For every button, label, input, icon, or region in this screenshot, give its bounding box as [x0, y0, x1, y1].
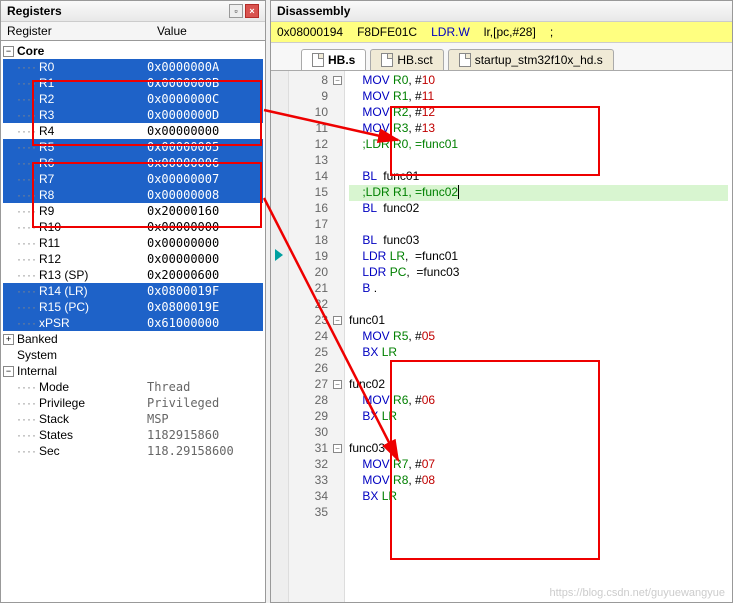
file-icon — [381, 53, 393, 67]
tree-banked[interactable]: + Banked — [3, 331, 263, 347]
expand-icon[interactable]: + — [3, 334, 14, 345]
register-row[interactable]: ····R120x00000000 — [3, 251, 263, 267]
code-line[interactable]: func02 — [349, 377, 728, 393]
code-line[interactable]: MOV R3, #13 — [349, 121, 728, 137]
disasm-addr: 0x08000194 — [277, 25, 343, 39]
code-line[interactable]: MOV R6, #06 — [349, 393, 728, 409]
register-row[interactable]: ····R14 (LR)0x0800019F — [3, 283, 263, 299]
code-line[interactable]: MOV R5, #05 — [349, 329, 728, 345]
register-row[interactable]: ····R20x0000000C — [3, 91, 263, 107]
code-line[interactable]: BL func01 — [349, 169, 728, 185]
register-row[interactable]: ····R80x00000008 — [3, 187, 263, 203]
internal-row[interactable]: ····Sec118.29158600 — [3, 443, 263, 459]
register-row[interactable]: ····R00x0000000A — [3, 59, 263, 75]
file-icon — [459, 53, 471, 67]
collapse-icon[interactable]: − — [3, 366, 14, 377]
breakpoint-column[interactable] — [271, 71, 289, 602]
code-line[interactable]: BL func02 — [349, 201, 728, 217]
disasm-extra: ; — [550, 25, 553, 39]
disasm-mnemonic: LDR.W — [431, 25, 470, 39]
code-body[interactable]: MOV R0, #10 MOV R1, #11 MOV R2, #12 MOV … — [345, 71, 732, 602]
register-row[interactable]: ····R15 (PC)0x0800019E — [3, 299, 263, 315]
col-register[interactable]: Register — [1, 22, 151, 41]
code-line[interactable]: MOV R2, #12 — [349, 105, 728, 121]
tree-core[interactable]: − Core — [3, 43, 263, 59]
code-line[interactable]: ;LDR R1, =func02 — [349, 185, 728, 201]
code-line[interactable] — [349, 153, 728, 169]
file-icon — [312, 53, 324, 67]
code-line[interactable]: func01 — [349, 313, 728, 329]
code-line[interactable] — [349, 297, 728, 313]
register-row[interactable]: ····R50x00000005 — [3, 139, 263, 155]
register-row[interactable]: ····xPSR0x61000000 — [3, 315, 263, 331]
register-row[interactable]: ····R60x00000006 — [3, 155, 263, 171]
register-row[interactable]: ····R13 (SP)0x20000600 — [3, 267, 263, 283]
tree-internal[interactable]: − Internal — [3, 363, 263, 379]
exec-pointer-icon — [275, 249, 283, 261]
code-line[interactable] — [349, 425, 728, 441]
registers-title: Registers — [7, 4, 62, 18]
registers-panel: Registers ▫ × Register Value − Core ····… — [0, 0, 266, 603]
disassembly-line[interactable]: 0x08000194 F8DFE01C LDR.W lr,[pc,#28] ; — [271, 22, 732, 43]
code-line[interactable] — [349, 505, 728, 521]
register-row[interactable]: ····R90x20000160 — [3, 203, 263, 219]
code-line[interactable]: func03 — [349, 441, 728, 457]
code-line[interactable]: LDR PC, =func03 — [349, 265, 728, 281]
internal-row[interactable]: ····PrivilegePrivileged — [3, 395, 263, 411]
code-line[interactable] — [349, 361, 728, 377]
register-row[interactable]: ····R110x00000000 — [3, 235, 263, 251]
disasm-bytes: F8DFE01C — [357, 25, 417, 39]
file-tabs: HB.sHB.sctstartup_stm32f10x_hd.s — [271, 43, 732, 71]
internal-row[interactable]: ····States1182915860 — [3, 427, 263, 443]
register-row[interactable]: ····R30x0000000D — [3, 107, 263, 123]
line-gutter[interactable]: 8−91011121314151617181920212223−24252627… — [289, 71, 345, 602]
disassembly-header: Disassembly — [271, 1, 732, 22]
close-button[interactable]: × — [245, 4, 259, 18]
code-line[interactable]: ;LDR R0, =func01 — [349, 137, 728, 153]
collapse-icon[interactable]: − — [3, 46, 14, 57]
code-line[interactable]: B . — [349, 281, 728, 297]
code-line[interactable]: BL func03 — [349, 233, 728, 249]
code-line[interactable]: MOV R0, #10 — [349, 73, 728, 89]
tree-system[interactable]: System — [3, 347, 263, 363]
disassembly-panel: Disassembly 0x08000194 F8DFE01C LDR.W lr… — [270, 0, 733, 603]
file-tab[interactable]: HB.sct — [370, 49, 443, 70]
code-line[interactable] — [349, 217, 728, 233]
internal-row[interactable]: ····StackMSP — [3, 411, 263, 427]
register-row[interactable]: ····R70x00000007 — [3, 171, 263, 187]
disassembly-title: Disassembly — [277, 4, 350, 18]
file-tab[interactable]: HB.s — [301, 49, 366, 70]
registers-header: Registers ▫ × — [1, 1, 265, 22]
registers-tree[interactable]: − Core ····R00x0000000A····R10x0000000B·… — [1, 41, 265, 602]
code-line[interactable]: BX LR — [349, 409, 728, 425]
code-line[interactable]: LDR LR, =func01 — [349, 249, 728, 265]
register-row[interactable]: ····R40x00000000 — [3, 123, 263, 139]
pin-button[interactable]: ▫ — [229, 4, 243, 18]
registers-table-head: Register Value — [1, 22, 265, 41]
code-line[interactable]: MOV R1, #11 — [349, 89, 728, 105]
code-line[interactable]: BX LR — [349, 345, 728, 361]
col-value[interactable]: Value — [151, 22, 265, 41]
file-tab[interactable]: startup_stm32f10x_hd.s — [448, 49, 614, 70]
register-row[interactable]: ····R100x00000000 — [3, 219, 263, 235]
register-row[interactable]: ····R10x0000000B — [3, 75, 263, 91]
disasm-operands: lr,[pc,#28] — [484, 25, 536, 39]
internal-row[interactable]: ····ModeThread — [3, 379, 263, 395]
code-editor[interactable]: 8−91011121314151617181920212223−24252627… — [271, 71, 732, 602]
code-line[interactable]: MOV R7, #07 — [349, 457, 728, 473]
code-line[interactable]: MOV R8, #08 — [349, 473, 728, 489]
code-line[interactable]: BX LR — [349, 489, 728, 505]
watermark: https://blog.csdn.net/guyuewangyue — [549, 587, 725, 599]
